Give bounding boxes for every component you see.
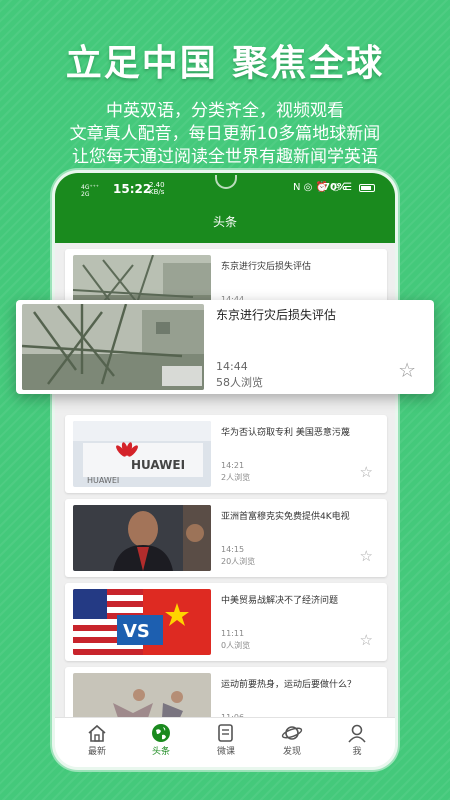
vs-text: VS [123, 621, 150, 642]
tab-label: 发现 [282, 747, 301, 757]
status-bar: 4G⁺⁺⁺ 2G 15:22 2.40 KB/s N ◎ ⏰ ◷ ☰ 70% [55, 173, 395, 205]
article-title: 中美贸易战解决不了经济问题 [221, 596, 339, 606]
planet-icon [260, 722, 324, 744]
battery-icon [359, 184, 375, 192]
promo-headline: 立足中国 聚焦全球 [65, 43, 385, 84]
home-icon [65, 722, 129, 744]
article-title: 华为否认窃取专利 美国恶意污蔑 [221, 428, 350, 438]
article-time: 14:21 [221, 461, 245, 470]
featured-article-card[interactable]: 东京进行灾后损失评估 14:44 58人浏览 ☆ [16, 300, 434, 394]
featured-views: 58人浏览 [216, 376, 263, 389]
article-views: 0人浏览 [221, 641, 251, 650]
book-icon [194, 722, 258, 744]
list-item[interactable]: 亚洲首富穆克实免费提供4K电视 14:15 20人浏览 ☆ [65, 499, 387, 577]
list-item[interactable]: HUAWEI HUAWEI 华为否认窃取专利 美国恶意污蔑 14:21 2人浏览… [65, 415, 387, 493]
phone-frame: 4G⁺⁺⁺ 2G 15:22 2.40 KB/s N ◎ ⏰ ◷ ☰ 70% 头… [52, 170, 398, 770]
article-thumbnail: VS [73, 589, 211, 655]
star-icon[interactable]: ☆ [360, 547, 373, 565]
huawei-logo-text-small: HUAWEI [87, 476, 119, 485]
tab-microcourse[interactable]: 微课 [194, 722, 258, 757]
star-icon[interactable]: ☆ [360, 631, 373, 649]
bottom-tab-bar: 最新 头条 微课 发现 我 [55, 717, 395, 767]
camera-notch [215, 175, 237, 189]
featured-thumbnail [22, 304, 204, 390]
status-time: 15:22 [113, 182, 152, 196]
signal-top: 4G⁺⁺⁺ [81, 184, 99, 191]
tab-label: 头条 [151, 747, 170, 757]
tab-label: 微课 [216, 747, 235, 757]
tab-label: 我 [352, 747, 362, 757]
promo-line-2: 文章真人配音，每日更新10多篇地球新闻 [69, 124, 381, 144]
star-icon[interactable]: ☆ [360, 463, 373, 481]
article-views: 2人浏览 [221, 473, 251, 482]
star-icon[interactable]: ☆ [398, 358, 416, 382]
network-rate: 2.40 KB/s [149, 182, 165, 196]
tab-me[interactable]: 我 [325, 722, 389, 757]
signal-indicator: 4G⁺⁺⁺ 2G [81, 184, 99, 198]
article-thumbnail: HUAWEI HUAWEI [73, 421, 211, 487]
article-title: 东京进行灾后损失评估 [221, 262, 312, 272]
article-time: 11:11 [221, 629, 245, 638]
article-time: 14:15 [221, 545, 245, 554]
promo-line-3: 让您每天通过阅读全世界有趣新闻学英语 [72, 147, 378, 167]
globe-icon [129, 722, 193, 744]
article-title: 运动前要热身，运动后要做什么？ [221, 680, 357, 690]
tab-headlines[interactable]: 头条 [129, 722, 193, 757]
featured-time: 14:44 [216, 360, 248, 373]
article-title: 亚洲首富穆克实免费提供4K电视 [221, 512, 350, 522]
list-item[interactable]: VS 中美贸易战解决不了经济问题 11:11 0人浏览 ☆ [65, 583, 387, 661]
tab-discover[interactable]: 发现 [260, 722, 324, 757]
huawei-logo-text: HUAWEI [131, 458, 185, 472]
person-icon [325, 722, 389, 744]
promo-line-1: 中英双语，分类齐全，视频观看 [106, 101, 344, 121]
tab-label: 最新 [87, 747, 106, 757]
signal-bottom: 2G [81, 191, 90, 198]
tab-latest[interactable]: 最新 [65, 722, 129, 757]
featured-title: 东京进行灾后损失评估 [216, 308, 337, 322]
article-views: 20人浏览 [221, 557, 256, 566]
battery-percent: 70% [323, 182, 347, 193]
network-rate-unit: KB/s [149, 188, 165, 196]
article-thumbnail [73, 505, 211, 571]
page-title: 头条 [55, 205, 395, 243]
